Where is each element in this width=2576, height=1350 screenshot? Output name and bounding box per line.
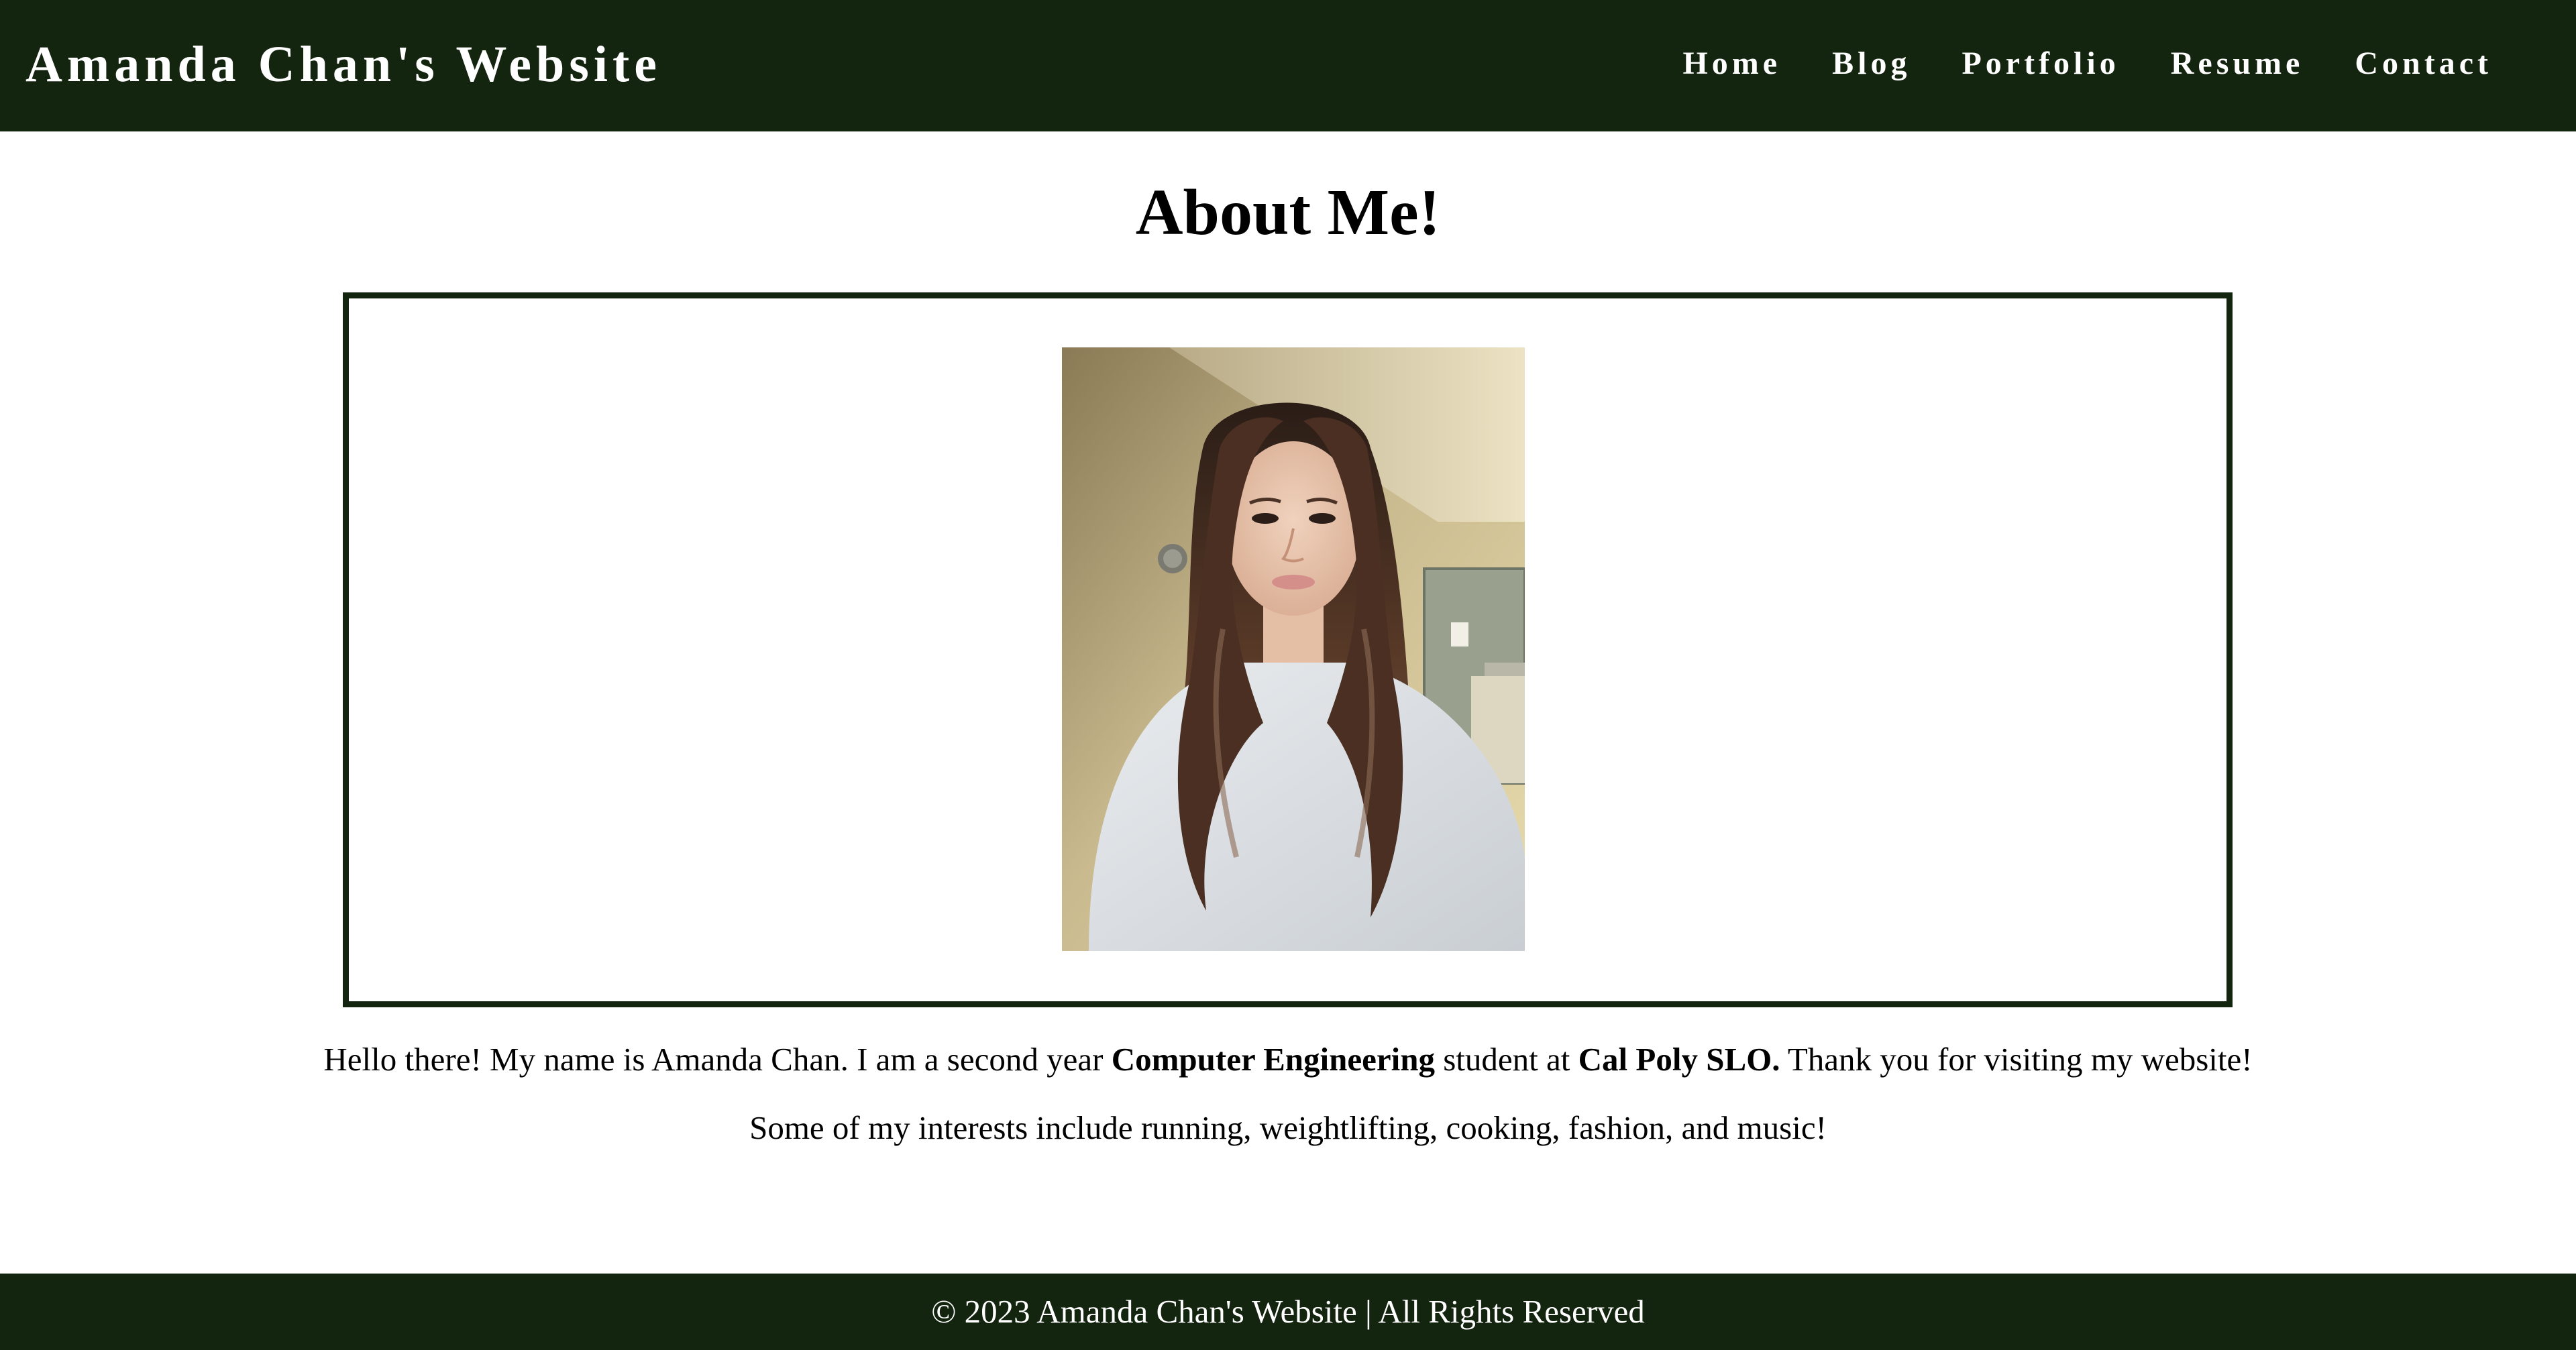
bio-school: Cal Poly SLO. (1578, 1041, 1780, 1078)
bio-intro: Hello there! My name is Amanda Chan. I a… (0, 1038, 2576, 1081)
page: Amanda Chan's Website Home Blog Portfoli… (0, 0, 2576, 1350)
nav-list: Home Blog Portfolio Resume Contact (1682, 42, 2492, 86)
bio-major: Computer Engineering (1111, 1041, 1435, 1078)
bio-interests: Some of my interests include running, we… (749, 1109, 1827, 1146)
nav-link-portfolio[interactable]: Portfolio (1962, 46, 2119, 81)
nav-item-contact: Contact (2355, 42, 2492, 86)
photo-frame (343, 292, 2233, 1007)
nav-link-resume[interactable]: Resume (2171, 46, 2304, 81)
nav-item-home: Home (1682, 42, 1781, 86)
nav-link-home[interactable]: Home (1682, 46, 1781, 81)
bio-intro-text-2: student at (1434, 1041, 1578, 1078)
profile-photo (1062, 347, 1525, 951)
nav-item-resume: Resume (2171, 42, 2304, 86)
site-header: Amanda Chan's Website Home Blog Portfoli… (0, 0, 2576, 131)
bio-intro-text-1: Hello there! My name is Amanda Chan. I a… (323, 1041, 1112, 1078)
page-title: About Me! (1135, 176, 1441, 249)
site-title[interactable]: Amanda Chan's Website (25, 34, 661, 95)
profile-photo-illustration (1062, 347, 1525, 951)
nav-item-portfolio: Portfolio (1962, 42, 2119, 86)
footer-copyright: © 2023 Amanda Chan's Website | All Right… (931, 1293, 1645, 1330)
bio-intro-text-3: Thank you for visiting my website! (1780, 1041, 2253, 1078)
nav-link-contact[interactable]: Contact (2355, 46, 2492, 81)
nav-link-blog[interactable]: Blog (1832, 46, 1911, 81)
site-footer: © 2023 Amanda Chan's Website | All Right… (0, 1274, 2576, 1350)
nav-item-blog: Blog (1832, 42, 1911, 86)
